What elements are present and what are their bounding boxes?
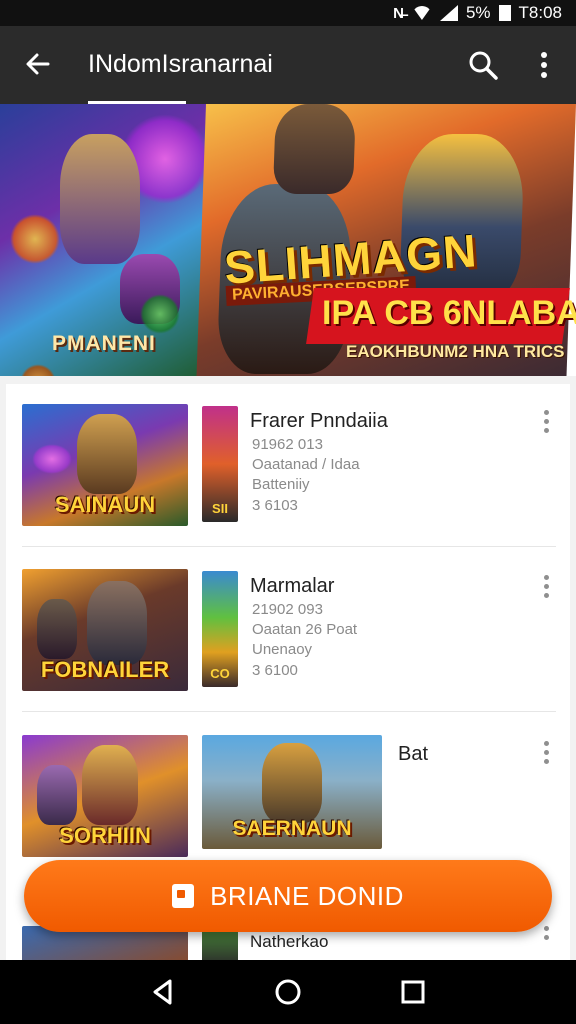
item-thumbnail[interactable]: SORHIIN <box>22 735 188 857</box>
item-screenshot-label: CO <box>210 666 230 681</box>
list-item[interactable]: SAINAUN SII Frarer Pnndaiia 91962 013 Oa… <box>22 376 558 536</box>
nav-recents-icon[interactable] <box>396 975 430 1009</box>
nfc-icon: N̶ <box>393 4 404 22</box>
arrow-back-icon[interactable] <box>22 48 54 80</box>
search-icon[interactable] <box>466 48 500 82</box>
item-more-icon[interactable] <box>540 926 552 956</box>
item-screenshot-label: SII <box>212 501 228 516</box>
wifi-icon <box>411 6 432 20</box>
item-thumbnail[interactable]: SAINAUN <box>22 404 188 526</box>
item-screenshot-label: SAERNAUN <box>232 817 352 840</box>
item-thumbnail[interactable]: FOBNAILER <box>22 569 188 691</box>
item-meta-1: 21902 093 <box>252 601 323 618</box>
banner-left-caption: PMANENI <box>52 332 156 355</box>
signal-icon <box>439 5 458 21</box>
item-screenshot[interactable]: SII <box>202 406 238 522</box>
item-title: Marmalar <box>250 575 335 597</box>
item-thumbnail-label: SAINAUN <box>54 492 156 517</box>
item-thumbnail-label: FOBNAILER <box>40 657 170 682</box>
nav-back-icon[interactable] <box>146 975 180 1009</box>
item-more-icon[interactable] <box>540 741 552 771</box>
item-meta-1: 91962 013 <box>252 436 323 453</box>
nav-home-icon[interactable] <box>271 975 305 1009</box>
download-button[interactable]: BRIANE DONID <box>24 860 552 932</box>
download-button-label: BRIANE DONID <box>210 880 404 911</box>
page-title: INdomIsranarnai <box>88 50 273 78</box>
banner-tagline: EAOKHBUNM2 HNA TRICS <box>346 342 565 361</box>
item-meta-2: Oaatan 26 Poat <box>252 621 358 638</box>
battery-icon <box>498 5 511 21</box>
list-item[interactable]: FOBNAILER CO Marmalar 21902 093 Oaatan 2… <box>22 541 558 701</box>
item-thumbnail-label: SORHIIN <box>59 823 151 848</box>
item-title: Natherkao <box>250 932 329 951</box>
clock: T8:08 <box>518 3 562 22</box>
item-more-icon[interactable] <box>540 410 552 440</box>
status-bar: N̶ 5% T8:08 <box>0 0 576 26</box>
more-vert-icon[interactable] <box>532 48 556 82</box>
list-item[interactable]: SORHIIN SAERNAUN Bat <box>22 707 558 867</box>
item-meta-3: Batteniiy <box>252 476 310 493</box>
app-bar: INdomIsranarnai <box>0 26 576 104</box>
download-icon <box>172 884 195 908</box>
item-title: Bat <box>398 743 429 765</box>
battery-percent: 5% <box>465 3 491 22</box>
item-more-icon[interactable] <box>540 575 552 605</box>
item-meta-4: 3 6100 <box>252 662 298 679</box>
item-screenshot[interactable]: SAERNAUN <box>202 735 382 849</box>
item-title: Frarer Pnndaiia <box>250 410 388 432</box>
item-meta-2: Oaatanad / Idaa <box>252 456 360 473</box>
system-nav-bar <box>0 960 576 1024</box>
featured-banner[interactable]: PMANENI SLIHMAGN PAVIRAUSEBSEPSPRE IPA C… <box>0 104 576 376</box>
item-meta-3: Unenaoy <box>252 641 313 658</box>
item-screenshot[interactable]: CO <box>202 571 238 687</box>
item-meta-4: 3 6103 <box>252 497 298 514</box>
banner-ribbon-text: IPA CB 6NLABAI <box>322 294 576 332</box>
